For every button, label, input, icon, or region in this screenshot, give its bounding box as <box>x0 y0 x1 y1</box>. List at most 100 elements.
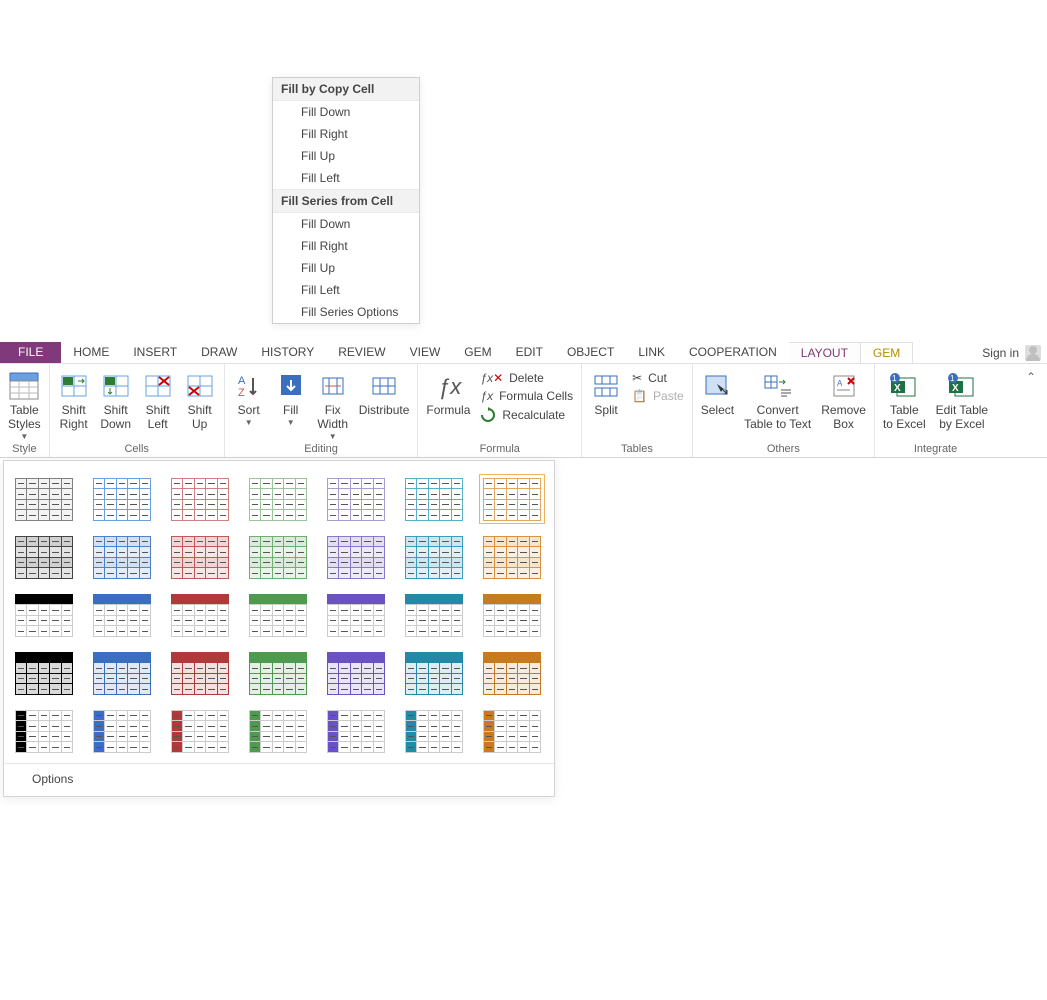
edit-by-excel-button[interactable]: X1 Edit Table by Excel <box>932 368 992 432</box>
group-tables: Split ✂ Cut 📋 Paste Tables <box>582 364 693 457</box>
table-style-swatch[interactable] <box>14 477 74 521</box>
fill-series-options[interactable]: Fill Series Options <box>273 301 419 323</box>
remove-box-label: Remove Box <box>821 404 866 432</box>
tab-gem-active[interactable]: GEM <box>860 342 913 363</box>
table-style-swatch[interactable] <box>404 535 464 579</box>
svg-text:A: A <box>837 379 843 388</box>
group-cells-label: Cells <box>50 441 224 457</box>
table-style-swatch[interactable] <box>326 651 386 695</box>
fill-down[interactable]: Fill Down <box>273 101 419 123</box>
tab-draw[interactable]: DRAW <box>189 342 249 363</box>
formula-cells[interactable]: ƒx Formula Cells <box>476 388 577 404</box>
tab-history[interactable]: HISTORY <box>249 342 326 363</box>
formula-delete[interactable]: ƒx✕ Delete <box>476 370 577 386</box>
split-button[interactable]: Split <box>586 368 626 418</box>
fill-header-series: Fill Series from Cell <box>273 189 419 213</box>
formula-button[interactable]: ƒx Formula <box>422 368 474 418</box>
table-style-swatch[interactable] <box>14 709 74 753</box>
table-style-swatch[interactable] <box>404 651 464 695</box>
fix-width-icon <box>317 370 349 402</box>
table-style-swatch[interactable] <box>92 651 152 695</box>
table-style-swatch[interactable] <box>14 535 74 579</box>
table-style-swatch[interactable] <box>404 709 464 753</box>
table-styles-button[interactable]: Table Styles ▼ <box>4 368 45 441</box>
select-button[interactable]: Select <box>697 368 738 418</box>
tab-link[interactable]: LINK <box>626 342 677 363</box>
table-style-swatch[interactable] <box>92 709 152 753</box>
table-style-swatch[interactable] <box>326 593 386 637</box>
shift-down-button[interactable]: Shift Down <box>96 368 136 432</box>
clipboard-icon: 📋 <box>632 389 647 403</box>
table-style-swatch[interactable] <box>326 477 386 521</box>
collapse-ribbon-icon[interactable]: ⌃ <box>1023 368 1039 384</box>
table-style-swatch[interactable] <box>14 651 74 695</box>
table-style-swatch[interactable] <box>248 535 308 579</box>
sort-button[interactable]: AZ Sort ▼ <box>229 368 269 427</box>
table-style-swatch[interactable] <box>482 477 542 521</box>
table-style-swatch[interactable] <box>482 651 542 695</box>
table-style-swatch[interactable] <box>404 593 464 637</box>
table-style-swatch[interactable] <box>248 593 308 637</box>
edit-by-excel-label: Edit Table by Excel <box>936 404 988 432</box>
tab-review[interactable]: REVIEW <box>326 342 397 363</box>
paste-button[interactable]: 📋 Paste <box>628 388 688 404</box>
table-style-swatch[interactable] <box>482 535 542 579</box>
shift-left-icon <box>142 370 174 402</box>
group-style: Table Styles ▼ Style <box>0 364 50 457</box>
chevron-down-icon: ▼ <box>287 418 295 427</box>
table-style-swatch[interactable] <box>170 709 230 753</box>
distribute-button[interactable]: Distribute <box>355 368 414 418</box>
shift-left-button[interactable]: Shift Left <box>138 368 178 432</box>
fill-left[interactable]: Fill Left <box>273 167 419 189</box>
tab-gem[interactable]: GEM <box>452 342 503 363</box>
tab-layout[interactable]: LAYOUT <box>789 342 860 363</box>
table-style-swatch[interactable] <box>170 535 230 579</box>
fill-up[interactable]: Fill Up <box>273 145 419 167</box>
fill-series-up[interactable]: Fill Up <box>273 257 419 279</box>
table-style-swatch[interactable] <box>92 593 152 637</box>
svg-text:X: X <box>952 383 959 394</box>
table-style-swatch[interactable] <box>482 709 542 753</box>
table-style-swatch[interactable] <box>326 535 386 579</box>
convert-button[interactable]: Convert Table to Text <box>740 368 815 432</box>
shift-up-button[interactable]: Shift Up <box>180 368 220 432</box>
tab-cooperation[interactable]: COOPERATION <box>677 342 789 363</box>
group-cells: Shift Right Shift Down Shift Left Shift … <box>50 364 225 457</box>
table-style-swatch[interactable] <box>248 477 308 521</box>
fill-right[interactable]: Fill Right <box>273 123 419 145</box>
recalculate[interactable]: Recalculate <box>476 406 577 424</box>
tab-home[interactable]: HOME <box>61 342 121 363</box>
table-style-swatch[interactable] <box>482 593 542 637</box>
fill-series-left[interactable]: Fill Left <box>273 279 419 301</box>
cut-button[interactable]: ✂ Cut <box>628 370 688 386</box>
table-style-swatch[interactable] <box>14 593 74 637</box>
tab-edit[interactable]: EDIT <box>504 342 555 363</box>
tab-file[interactable]: FILE <box>0 342 61 363</box>
table-style-swatch[interactable] <box>170 477 230 521</box>
fill-series-right[interactable]: Fill Right <box>273 235 419 257</box>
table-to-excel-button[interactable]: X1 Table to Excel <box>879 368 930 432</box>
table-style-swatch[interactable] <box>92 477 152 521</box>
tab-object[interactable]: OBJECT <box>555 342 626 363</box>
signin[interactable]: Sign in <box>982 342 1047 363</box>
table-style-swatch[interactable] <box>248 651 308 695</box>
table-style-swatch[interactable] <box>92 535 152 579</box>
remove-box-button[interactable]: A Remove Box <box>817 368 870 432</box>
fill-button[interactable]: Fill ▼ <box>271 368 311 427</box>
formula-delete-label: Delete <box>509 371 544 385</box>
table-style-swatch[interactable] <box>170 593 230 637</box>
select-icon <box>701 370 733 402</box>
table-style-swatch[interactable] <box>404 477 464 521</box>
table-style-swatch[interactable] <box>248 709 308 753</box>
tab-insert[interactable]: INSERT <box>121 342 189 363</box>
gallery-options[interactable]: Options <box>4 763 554 796</box>
svg-text:X: X <box>894 383 901 394</box>
fill-series-down[interactable]: Fill Down <box>273 213 419 235</box>
tab-view[interactable]: VIEW <box>398 342 453 363</box>
shift-right-button[interactable]: Shift Right <box>54 368 94 432</box>
convert-label: Convert Table to Text <box>744 404 811 432</box>
fix-width-button[interactable]: Fix Width ▼ <box>313 368 353 441</box>
table-style-swatch[interactable] <box>170 651 230 695</box>
table-style-swatch[interactable] <box>326 709 386 753</box>
group-others: Select Convert Table to Text A Remove Bo… <box>693 364 875 457</box>
